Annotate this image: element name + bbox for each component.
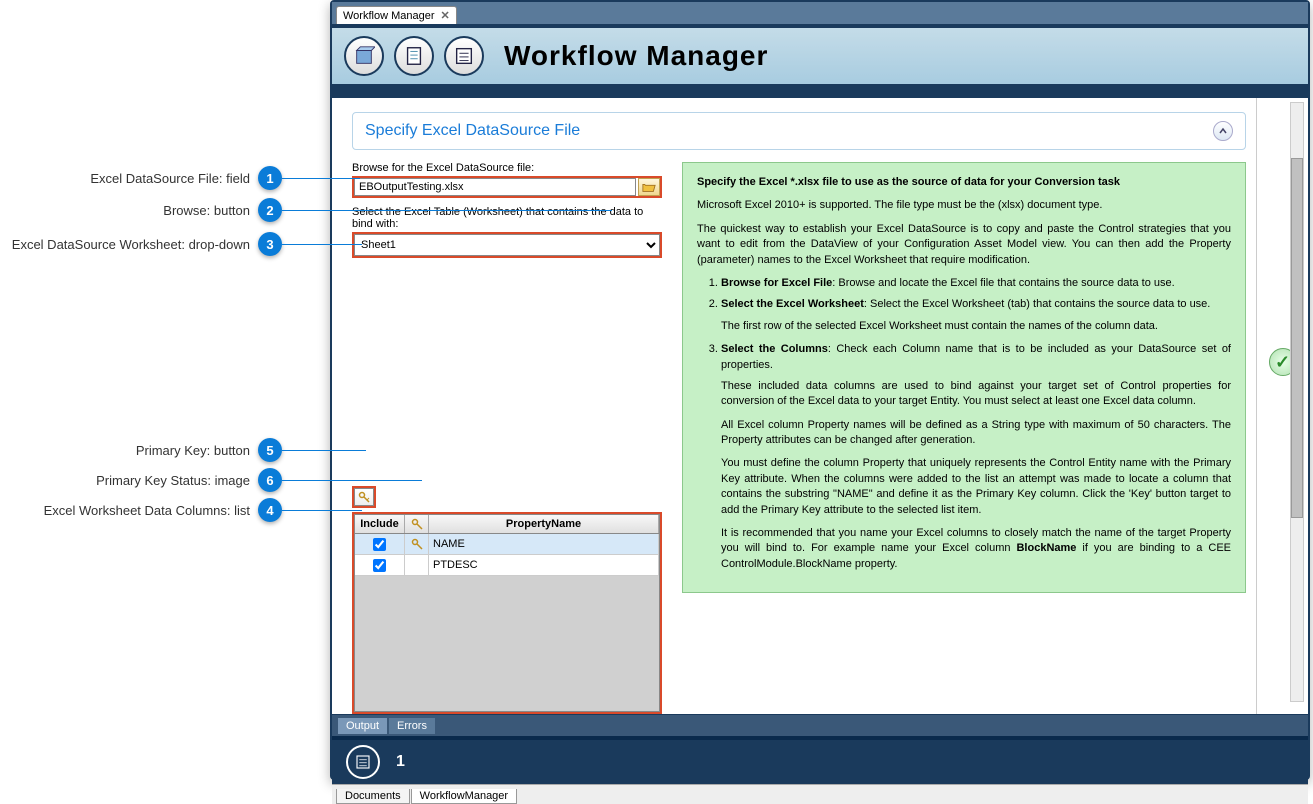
main-panel: Specify Excel DataSource File Browse for… — [332, 98, 1256, 714]
key-icon — [411, 518, 423, 530]
callout-6-label: Primary Key Status: image — [96, 473, 250, 488]
scroll-thumb[interactable] — [1291, 158, 1303, 518]
col-header-property[interactable]: PropertyName — [429, 515, 659, 533]
leader-6 — [282, 480, 422, 481]
section-header: Specify Excel DataSource File — [352, 112, 1246, 150]
leader-4 — [282, 510, 362, 511]
col-header-key[interactable] — [405, 515, 429, 533]
callout-4-label: Excel Worksheet Data Columns: list — [44, 503, 250, 518]
help-p2: The quickest way to establish your Excel… — [697, 222, 1231, 268]
page-title: Workflow Manager — [504, 40, 768, 72]
output-bar: Output Errors — [332, 714, 1308, 736]
callout-1-num: 1 — [258, 166, 282, 190]
property-cell: PTDESC — [429, 555, 659, 575]
callout-3-num: 3 — [258, 232, 282, 256]
help-step-1: Browse for Excel File: Browse and locate… — [721, 276, 1231, 291]
collapse-button[interactable] — [1213, 121, 1233, 141]
bottom-tab-strip: Documents WorkflowManager — [332, 784, 1308, 804]
chevron-up-icon — [1218, 126, 1228, 136]
callout-annotations: Excel DataSource File: field 1 Browse: bu… — [0, 0, 330, 782]
primary-key-status — [405, 555, 429, 575]
tab-output[interactable]: Output — [338, 718, 387, 734]
columns-grid-wrap: Include PropertyName — [352, 512, 662, 714]
header-btn-2[interactable] — [394, 36, 434, 76]
content: Specify Excel DataSource File Browse for… — [332, 98, 1308, 714]
stripe — [332, 88, 1308, 98]
callout-3-label: Excel DataSource Worksheet: drop-down — [12, 237, 250, 252]
help-panel: Specify the Excel *.xlsx file to use as … — [682, 162, 1246, 593]
header-btn-3[interactable] — [444, 36, 484, 76]
primary-key-button-wrap — [352, 486, 376, 508]
worksheet-dropdown[interactable]: Sheet1 — [354, 234, 660, 256]
list-icon — [453, 45, 475, 67]
tab-workflow-manager[interactable]: Workflow Manager ✕ — [336, 6, 457, 24]
document-icon — [403, 45, 425, 67]
section-title: Specify Excel DataSource File — [365, 122, 580, 140]
leader-2 — [282, 210, 612, 211]
leader-1 — [282, 178, 360, 179]
browse-button[interactable] — [638, 178, 660, 196]
top-tab-strip: Workflow Manager ✕ — [332, 2, 1308, 24]
folder-open-icon — [642, 181, 656, 193]
help-title: Specify the Excel *.xlsx file to use as … — [697, 175, 1231, 190]
callout-5-label: Primary Key: button — [136, 443, 250, 458]
grid-header: Include PropertyName — [355, 515, 659, 534]
cube-icon — [353, 45, 375, 67]
include-checkbox[interactable] — [373, 559, 386, 572]
callout-6-num: 6 — [258, 468, 282, 492]
tab-errors[interactable]: Errors — [389, 718, 435, 734]
tab-documents[interactable]: Documents — [336, 789, 410, 804]
primary-key-status — [405, 534, 429, 554]
footer-page-number: 1 — [396, 753, 405, 771]
tab-workflowmanager[interactable]: WorkflowManager — [411, 789, 517, 804]
right-column: Specify the Excel *.xlsx file to use as … — [682, 162, 1246, 714]
key-icon — [358, 491, 370, 503]
leader-5 — [282, 450, 366, 451]
left-column: Browse for the Excel DataSource file: Se… — [352, 162, 662, 714]
footer-wizard-button[interactable] — [346, 745, 380, 779]
list-icon — [354, 753, 372, 771]
worksheet-select-wrap: Sheet1 — [352, 232, 662, 258]
col-header-include[interactable]: Include — [355, 515, 405, 533]
columns-grid: Include PropertyName — [354, 514, 660, 712]
include-checkbox[interactable] — [373, 538, 386, 551]
footer-bar: 1 — [332, 736, 1308, 784]
leader-3 — [282, 244, 362, 245]
help-steps: Browse for Excel File: Browse and locate… — [721, 276, 1231, 572]
property-cell: NAME — [429, 534, 659, 554]
key-icon — [411, 538, 423, 550]
datasource-file-input[interactable] — [354, 178, 636, 196]
file-row — [352, 176, 662, 198]
tab-label: Workflow Manager — [343, 10, 435, 22]
callout-5-num: 5 — [258, 438, 282, 462]
primary-key-button[interactable] — [354, 488, 374, 506]
help-p1: Microsoft Excel 2010+ is supported. The … — [697, 198, 1231, 213]
table-row[interactable]: PTDESC — [355, 555, 659, 576]
callout-4-num: 4 — [258, 498, 282, 522]
help-step-3: Select the Columns: Check each Column na… — [721, 342, 1231, 572]
form-area: Browse for the Excel DataSource file: Se… — [352, 162, 1246, 714]
header-bar: Workflow Manager — [332, 24, 1308, 88]
browse-label: Browse for the Excel DataSource file: — [352, 162, 662, 174]
close-icon[interactable]: ✕ — [441, 9, 450, 22]
callout-2-label: Browse: button — [163, 203, 250, 218]
callout-2-num: 2 — [258, 198, 282, 222]
callout-1-label: Excel DataSource File: field — [90, 171, 250, 186]
header-btn-1[interactable] — [344, 36, 384, 76]
app-window: Workflow Manager ✕ Workflow Manager Spec… — [330, 0, 1310, 780]
grid-empty — [355, 576, 659, 712]
help-step-2: Select the Excel Worksheet: Select the E… — [721, 297, 1231, 334]
right-rail: ✓ — [1256, 98, 1308, 714]
table-row[interactable]: NAME — [355, 534, 659, 555]
